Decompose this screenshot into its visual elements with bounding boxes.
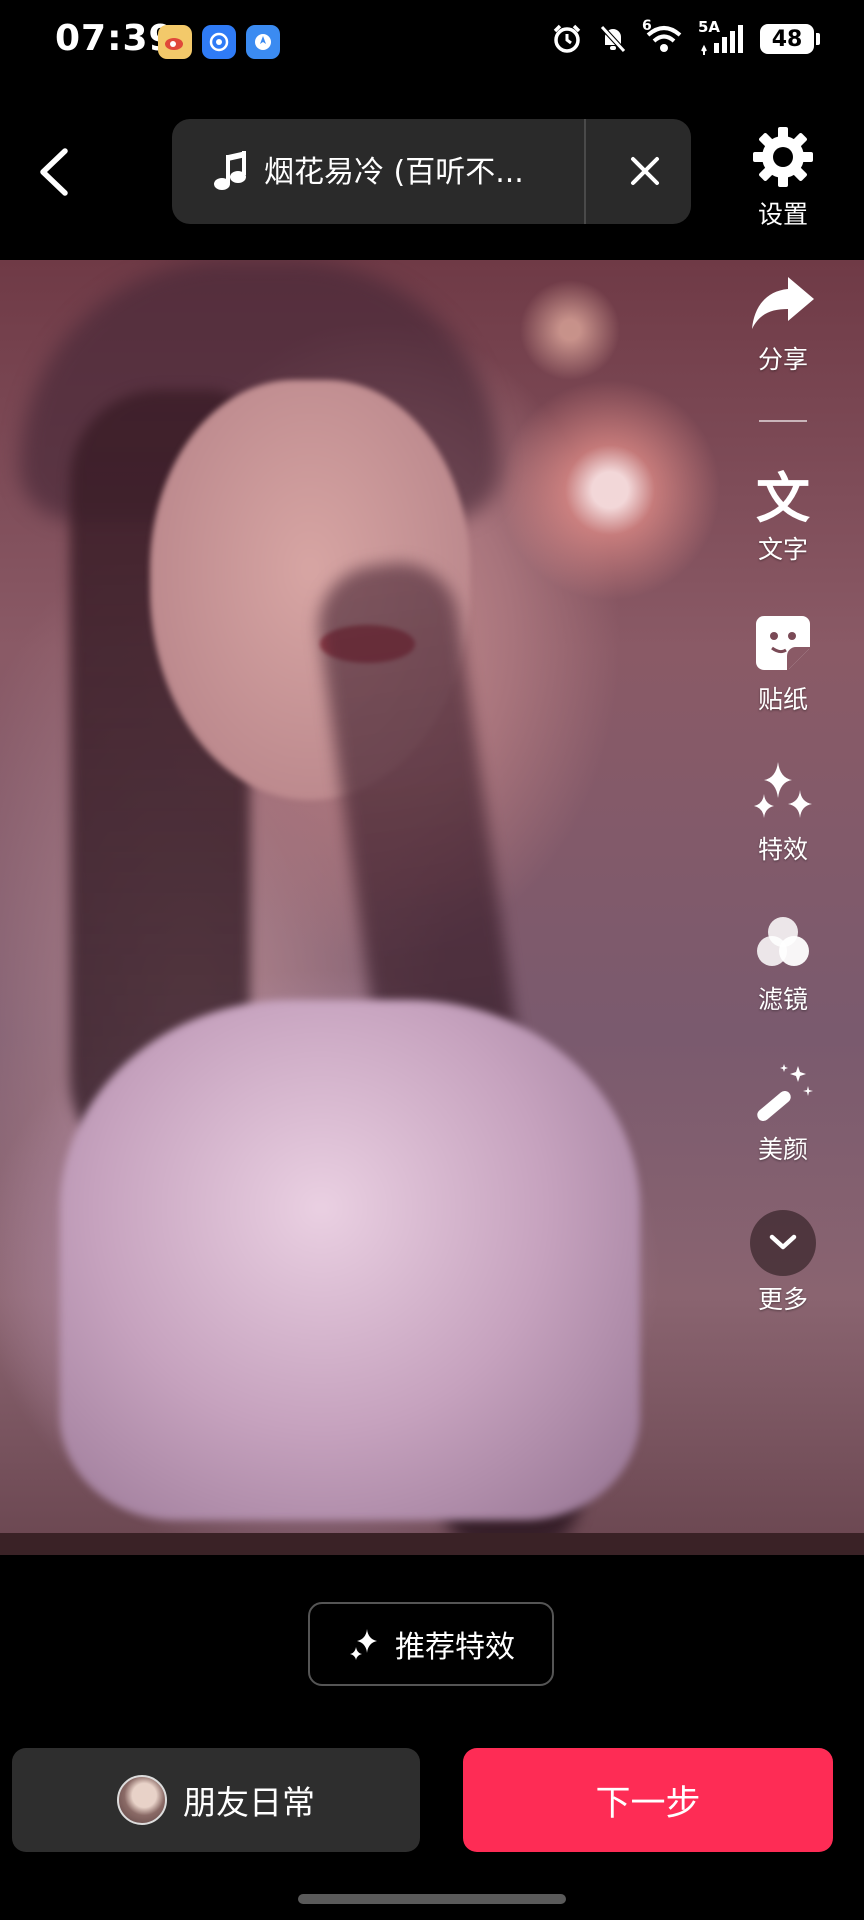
recommend-effects-label: 推荐特效 <box>395 1630 515 1665</box>
chevron-down-icon <box>750 1210 816 1276</box>
home-indicator[interactable] <box>298 1894 566 1904</box>
gear-icon <box>753 127 813 187</box>
status-bar: 07:39 6 5A 48 <box>0 0 864 90</box>
network-label: 5A <box>698 18 721 36</box>
sticker-button[interactable]: 贴纸 <box>735 610 831 716</box>
effects-button[interactable]: 特效 <box>735 760 831 866</box>
back-button[interactable] <box>35 145 75 200</box>
music-note-icon <box>214 151 246 190</box>
beauty-label: 美颜 <box>757 1135 808 1164</box>
text-icon-glyph: 文 <box>756 466 810 530</box>
text-label: 文字 <box>757 535 808 564</box>
vpn-app-icon <box>202 25 236 59</box>
share-button[interactable]: 分享 <box>735 270 831 376</box>
cellular-signal-icon: 5A <box>698 18 748 56</box>
effects-label: 特效 <box>757 835 808 864</box>
mute-bell-icon <box>596 22 630 56</box>
text-icon: 文 <box>749 460 817 530</box>
remove-music-button[interactable] <box>623 149 667 193</box>
chevron-left-icon <box>40 148 68 196</box>
weibo-app-icon <box>158 25 192 59</box>
wifi-badge: 6 <box>642 18 652 34</box>
settings-button[interactable]: 设置 <box>740 125 826 231</box>
recommend-effects-button[interactable]: 推荐特效 <box>308 1602 554 1686</box>
settings-label: 设置 <box>757 200 808 229</box>
friends-daily-label: 朋友日常 <box>183 1783 315 1822</box>
friends-daily-button[interactable]: 朋友日常 <box>12 1748 420 1852</box>
next-step-label: 下一步 <box>595 1783 701 1824</box>
sticker-icon <box>749 610 817 676</box>
wifi-icon: 6 <box>642 18 686 56</box>
close-icon <box>631 157 659 185</box>
filter-icon <box>749 910 817 976</box>
more-icon-wrap <box>749 1210 817 1276</box>
photo-clothing <box>60 1000 640 1520</box>
sparkles-icon <box>749 760 817 826</box>
video-preview[interactable] <box>0 260 864 1555</box>
filter-label: 滤镜 <box>757 985 808 1014</box>
location-app-icon <box>246 25 280 59</box>
avatar <box>117 1775 167 1825</box>
share-arrow-icon <box>749 270 817 336</box>
more-label: 更多 <box>757 1285 808 1314</box>
music-divider <box>584 119 586 224</box>
status-indicators: 6 5A 48 <box>550 18 820 56</box>
alarm-icon <box>550 22 584 56</box>
sticker-label: 贴纸 <box>757 685 808 714</box>
filter-button[interactable]: 滤镜 <box>735 910 831 1016</box>
toolbar-divider <box>759 420 807 422</box>
more-button[interactable]: 更多 <box>735 1210 831 1316</box>
status-time: 07:39 <box>55 18 175 59</box>
status-app-icons <box>158 25 280 59</box>
music-title: 烟花易冷 (百听不... <box>264 155 524 190</box>
music-selector[interactable]: 烟花易冷 (百听不... <box>172 119 691 224</box>
share-label: 分享 <box>757 345 808 374</box>
next-step-button[interactable]: 下一步 <box>463 1748 833 1852</box>
text-button[interactable]: 文 文字 <box>735 460 831 566</box>
beauty-button[interactable]: 美颜 <box>735 1060 831 1166</box>
photo-bottom-edge <box>0 1533 864 1555</box>
battery-icon: 48 <box>760 24 820 54</box>
sparkles-icon <box>350 1629 377 1660</box>
magic-wand-icon <box>749 1060 817 1126</box>
